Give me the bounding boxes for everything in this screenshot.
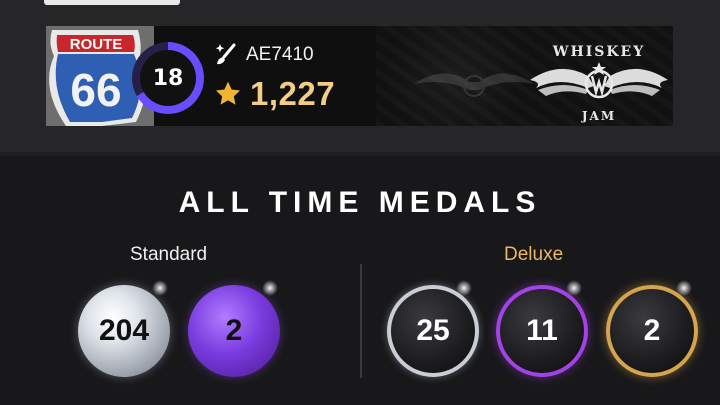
level-number: 18 (140, 50, 196, 106)
sparkle-icon (456, 280, 472, 296)
deluxe-purple-medal[interactable]: 11 (496, 285, 588, 377)
brand-bottom-text: JAM (581, 109, 616, 123)
route-sign-text: ROUTE (70, 36, 123, 53)
medal-count: 204 (98, 314, 150, 347)
user-id: AE7410 (246, 44, 314, 65)
standard-silver-medal[interactable]: 204 (78, 285, 170, 377)
score-row: 1,227 (214, 74, 335, 114)
sparkle-icon (152, 280, 168, 296)
deluxe-label: Deluxe (504, 244, 564, 265)
sparkle-icon (566, 280, 582, 296)
star-icon (215, 81, 241, 105)
medal-count: 11 (526, 314, 558, 347)
medal-count: 2 (225, 314, 243, 347)
medal-group-separator (360, 264, 362, 378)
level-badge: 18 (132, 42, 204, 114)
sparkle-icon (676, 280, 692, 296)
score-value: 1,227 (250, 75, 336, 112)
active-tab-indicator (44, 0, 180, 5)
sparkle-icon (262, 280, 278, 296)
deluxe-gold-medal[interactable]: 2 (606, 285, 698, 377)
whiskey-jam-logo: WHISKEY JAM (530, 44, 668, 123)
paintbrush-sparkle-icon[interactable] (212, 42, 238, 68)
medal-count: 25 (416, 314, 450, 347)
user-id-row: AE7410 (212, 40, 314, 70)
standard-purple-medal[interactable]: 2 (188, 285, 280, 377)
standard-label: Standard (130, 244, 208, 265)
deluxe-silver-medal[interactable]: 25 (387, 285, 479, 377)
brand-top-text: WHISKEY (552, 44, 645, 60)
route-sign-number: 66 (70, 64, 121, 116)
medals-title: ALL TIME MEDALS (178, 186, 542, 219)
medal-count: 2 (643, 314, 661, 347)
